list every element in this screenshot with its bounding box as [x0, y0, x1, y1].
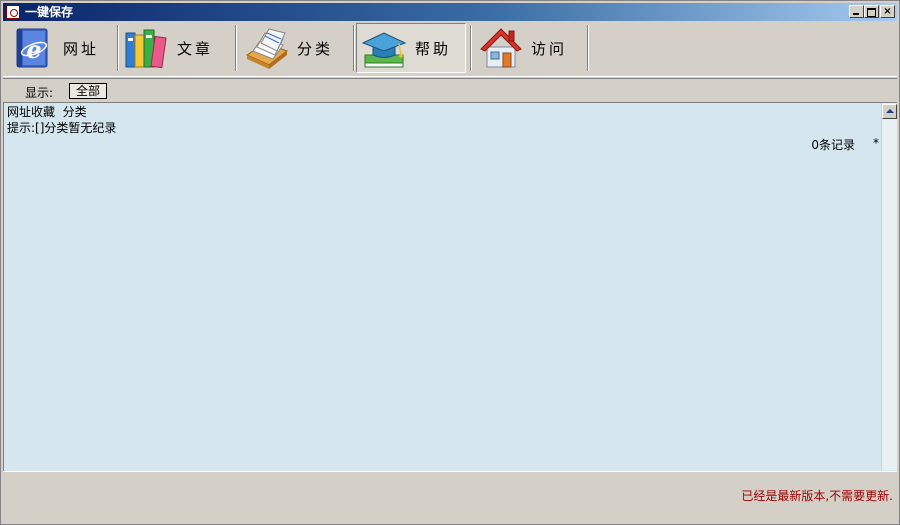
toolbar-button-help[interactable]: 帮助 [356, 23, 466, 73]
toolbar-label-help: 帮助 [415, 39, 452, 58]
toolbar-separator [117, 25, 119, 71]
status-message: 已经是最新版本,不需要更新. [741, 489, 893, 503]
toolbar-separator [470, 25, 472, 71]
house-icon [477, 25, 523, 71]
maximize-button[interactable] [864, 5, 879, 18]
ie-book-icon: e [9, 25, 55, 71]
toolbar-label-categories: 分类 [297, 39, 334, 58]
toolbar-button-articles[interactable]: 文章 [123, 23, 233, 73]
toolbar-separator [587, 25, 589, 71]
toolbar-button-categories[interactable]: 分类 [243, 23, 353, 73]
card-file-icon [243, 25, 289, 71]
graduation-cap-icon [361, 25, 407, 71]
toolbar-button-visit[interactable]: 访问 [477, 23, 587, 73]
svg-text:e: e [26, 35, 41, 64]
filter-bar: 显示: 全部 [3, 78, 897, 103]
vertical-scrollbar[interactable] [881, 103, 897, 470]
toolbar-label-websites: 网址 [63, 39, 100, 58]
books-icon [123, 25, 169, 71]
toolbar: e 网址 文章 分类 帮助 访问 [3, 22, 897, 77]
main-window: 一键保存 × e 网址 文章 分类 帮助 访问 显示: 全部 网址收藏 分类 提… [0, 0, 900, 525]
minimize-button[interactable] [849, 5, 864, 18]
content-pane: 网址收藏 分类 提示:[]分类暂无纪录 0条记录 * [3, 102, 897, 471]
filter-all-button[interactable]: 全部 [69, 83, 107, 99]
toolbar-label-visit: 访问 [531, 39, 568, 58]
toolbar-separator [353, 25, 355, 71]
close-button[interactable]: × [880, 5, 895, 18]
window-title: 一键保存 [25, 5, 74, 19]
record-count: 0条记录 [811, 138, 855, 152]
toolbar-label-articles: 文章 [177, 39, 214, 58]
asterisk-marker: * [873, 136, 879, 150]
breadcrumb: 网址收藏 分类 [7, 105, 87, 119]
toolbar-button-websites[interactable]: e 网址 [9, 23, 115, 73]
status-bar: 已经是最新版本,不需要更新. [3, 471, 897, 523]
app-icon [6, 5, 20, 19]
filter-label: 显示: [25, 86, 54, 100]
scroll-up-button[interactable] [882, 104, 897, 119]
title-bar[interactable]: 一键保存 × [3, 3, 897, 21]
hint-text: 提示:[]分类暂无纪录 [7, 121, 117, 135]
toolbar-separator [235, 25, 237, 71]
